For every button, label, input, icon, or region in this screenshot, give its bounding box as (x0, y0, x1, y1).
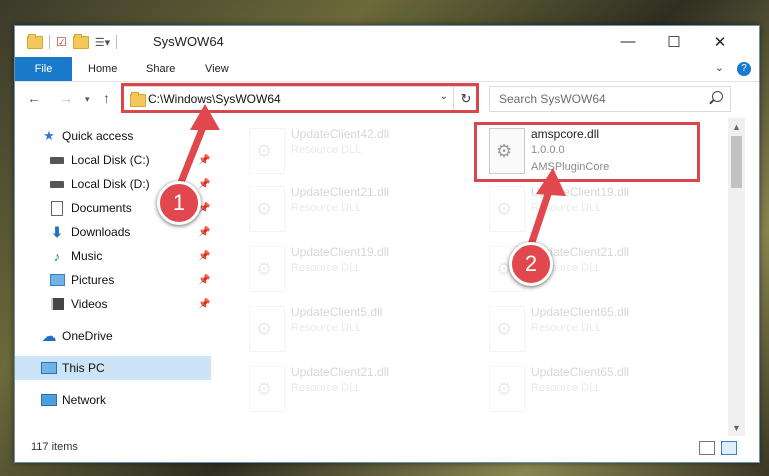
annotation-arrows (174, 104, 566, 252)
step-2-badge: 2 (509, 242, 553, 286)
step-1-badge: 1 (157, 181, 201, 225)
arrow-1 (174, 118, 209, 194)
arrow-1-head (190, 104, 220, 130)
arrow-2-head (536, 168, 566, 196)
arrow-2 (526, 184, 554, 252)
